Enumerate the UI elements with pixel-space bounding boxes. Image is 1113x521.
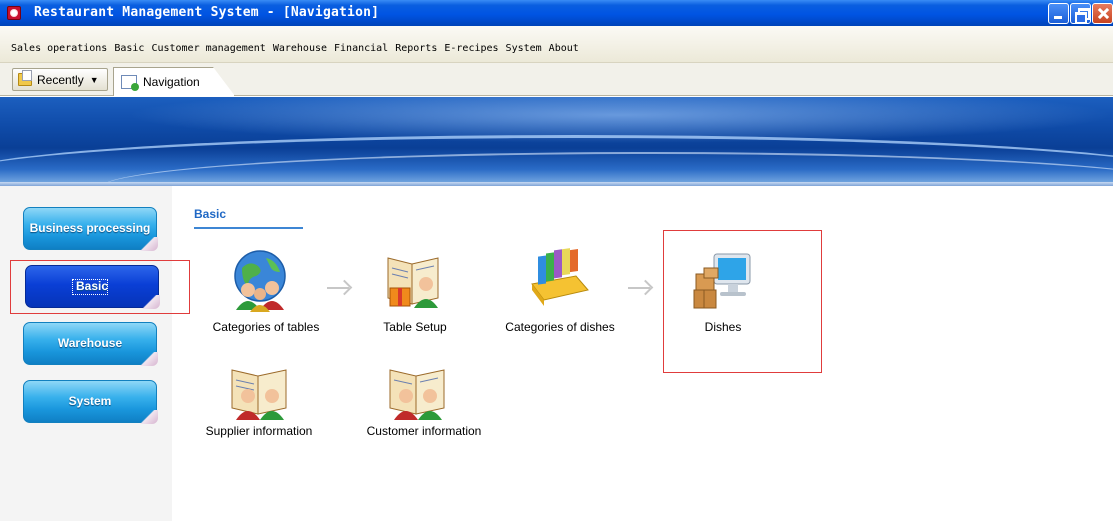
tab-strip: Recently ▼ Navigation [0,63,1113,96]
item-supplier-information[interactable]: Supplier information [189,424,329,438]
sidebar-item-system[interactable]: System [23,380,158,424]
menu-customer-management[interactable]: Customer management [151,43,265,54]
chevron-down-icon: ▼ [89,74,99,85]
header-banner [0,97,1113,182]
item-table-setup[interactable]: Table Setup [345,320,485,334]
section-underline [194,227,303,229]
restore-button[interactable] [1070,3,1091,24]
item-categories-of-dishes[interactable]: Categories of dishes [490,320,630,334]
menu-warehouse[interactable]: Warehouse [273,43,327,54]
book-people-icon[interactable] [228,358,292,422]
menu-e-recipes[interactable]: E-recipes [444,43,498,54]
section-title: Basic [194,207,227,221]
menu-reports[interactable]: Reports [395,43,437,54]
book-gift-icon[interactable] [382,248,446,312]
tab-navigation[interactable]: Navigation [113,67,235,96]
recently-dropdown[interactable]: Recently ▼ [12,68,108,91]
arrow-right-icon [628,287,650,289]
menu-system[interactable]: System [506,43,542,54]
highlight-box-basic [10,260,190,314]
recent-documents-icon [18,70,32,86]
item-categories-of-tables[interactable]: Categories of tables [196,320,336,334]
app-icon [7,6,21,20]
sidebar-item-warehouse[interactable]: Warehouse [23,322,158,366]
close-button[interactable] [1092,3,1113,24]
arrow-right-icon [327,287,349,289]
menu-sales-operations[interactable]: Sales operations [11,43,107,54]
sidebar-item-business-processing[interactable]: Business processing [23,207,158,251]
minimize-button[interactable] [1048,3,1069,24]
tab-navigation-label: Navigation [143,75,200,89]
item-customer-information[interactable]: Customer information [354,424,494,438]
bookshelf-icon[interactable] [528,248,592,312]
title-bar: Restaurant Management System - [Navigati… [0,0,1113,26]
globe-people-icon[interactable] [228,248,292,312]
book-people-icon[interactable] [386,358,450,422]
menu-about[interactable]: About [549,43,579,54]
navigation-page-icon [121,75,139,91]
recently-label: Recently [37,72,84,87]
menu-financial[interactable]: Financial [334,43,388,54]
highlight-box-dishes [663,230,822,373]
menu-bar: Sales operations Basic Customer manageme… [0,26,1113,63]
window-title: Restaurant Management System - [Navigati… [34,5,380,20]
menu-basic[interactable]: Basic [114,43,144,54]
